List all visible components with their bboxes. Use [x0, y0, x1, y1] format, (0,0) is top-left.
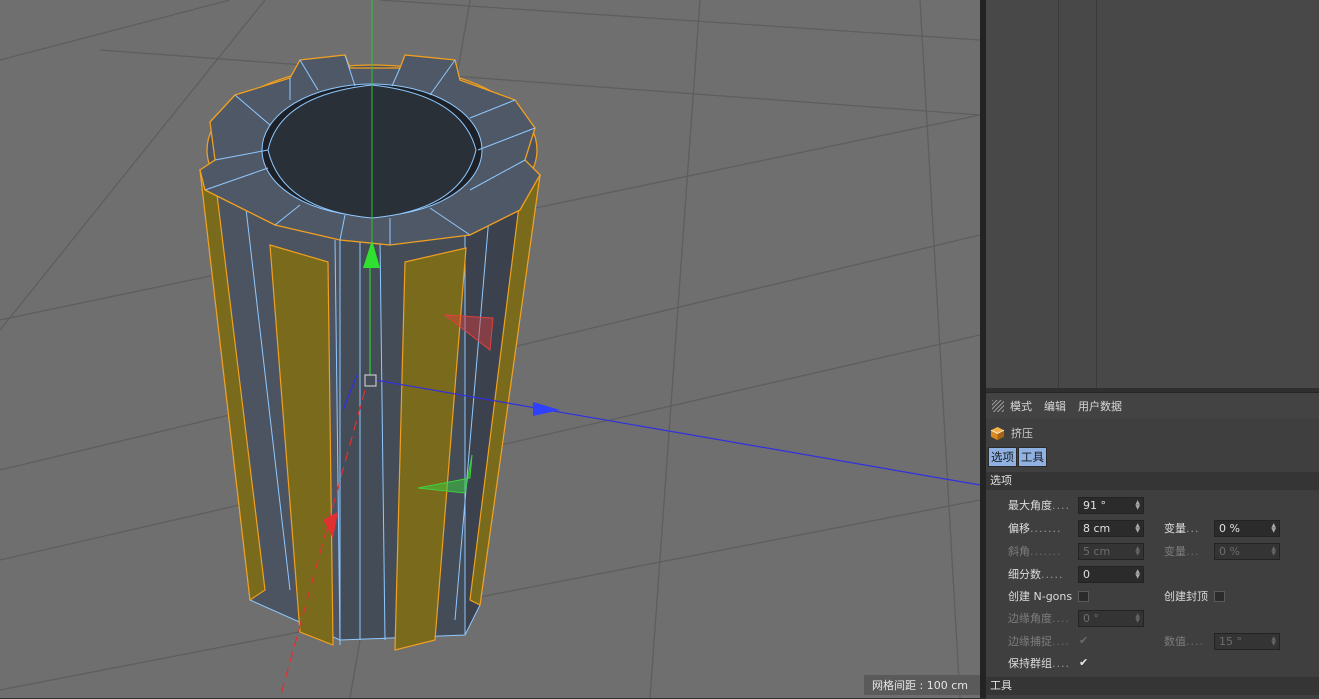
variance-2-field: 0 % ▲ ▼	[1214, 543, 1280, 560]
value-row: 数值....	[1164, 631, 1204, 651]
variance-2-row: 变量...	[1164, 541, 1200, 561]
dot-leader: ....	[1052, 498, 1070, 512]
spin-arrows-icon: ▲ ▼	[1271, 545, 1276, 557]
max-angle-field[interactable]: 91 ° ▲ ▼	[1078, 497, 1144, 514]
section-header-tools[interactable]: 工具	[986, 677, 1319, 695]
dot-leader: ....	[1052, 634, 1070, 648]
subdivision-label: 细分数	[1008, 568, 1041, 581]
create-caps-label: 创建封顶	[1164, 590, 1208, 603]
section-header-options[interactable]: 选项	[986, 472, 1319, 490]
spin-arrows-icon[interactable]: ▲ ▼	[1135, 500, 1140, 511]
create-caps-row: 创建封顶	[1164, 586, 1208, 606]
max-angle-label: 最大角度	[1008, 499, 1052, 512]
bevel-field: 5 cm ▲ ▼	[1078, 543, 1144, 560]
3d-viewport[interactable]: 网格间距 : 100 cm	[0, 0, 980, 698]
variance-field[interactable]: 0 % ▲ ▼	[1214, 520, 1280, 537]
z-axis-handle-icon[interactable]	[533, 402, 560, 416]
attribute-menubar: 模式 编辑 用户数据	[986, 393, 1319, 419]
keep-groups-label: 保持群组	[1008, 657, 1052, 670]
subdivision-value: 0	[1083, 568, 1090, 581]
edge-angle-row: 边缘角度....	[1008, 608, 1070, 628]
bevel-value: 5 cm	[1083, 545, 1111, 558]
create-caps-checkbox[interactable]	[1214, 591, 1225, 602]
column-divider	[1096, 0, 1097, 388]
dot-leader: .......	[1030, 544, 1062, 558]
spin-arrows-icon[interactable]: ▲ ▼	[1271, 523, 1276, 534]
offset-field[interactable]: 8 cm ▲ ▼	[1078, 520, 1144, 537]
dot-leader: .......	[1030, 521, 1062, 535]
menu-user-data[interactable]: 用户数据	[1078, 398, 1122, 414]
subdivision-field[interactable]: 0 ▲ ▼	[1078, 566, 1144, 583]
edge-snap-row: 边缘捕捉....	[1008, 631, 1070, 651]
menu-edit[interactable]: 编辑	[1044, 398, 1066, 414]
column-divider	[1058, 0, 1059, 388]
attribute-manager-panel: 模式 编辑 用户数据 挤压 选项 工具 选项 最大角度.... 91 ° ▲ ▼ …	[986, 392, 1319, 699]
spin-arrows-icon: ▲ ▼	[1271, 635, 1276, 647]
grip-icon[interactable]	[992, 400, 1004, 412]
grid-spacing-label: 网格间距 : 100 cm	[864, 675, 980, 695]
tab-options[interactable]: 选项	[988, 447, 1017, 467]
keep-groups-row: 保持群组....	[1008, 653, 1070, 673]
variance-2-label: 变量	[1164, 545, 1186, 558]
spin-arrows-icon[interactable]: ▲ ▼	[1135, 523, 1140, 534]
viewport-scene	[0, 0, 980, 698]
dot-leader: ....	[1186, 634, 1204, 648]
object-title-row: 挤压	[990, 423, 1033, 443]
bevel-row: 斜角.......	[1008, 541, 1061, 561]
create-ngons-row: 创建 N-gons	[1008, 586, 1072, 606]
value-label: 数值	[1164, 635, 1186, 648]
menu-mode[interactable]: 模式	[1010, 398, 1032, 414]
bevel-label: 斜角	[1008, 545, 1030, 558]
offset-label: 偏移	[1008, 522, 1030, 535]
dot-leader: ...	[1186, 521, 1200, 535]
edge-snap-label: 边缘捕捉	[1008, 635, 1052, 648]
variance-2-value: 0 %	[1219, 545, 1240, 558]
dot-leader: .....	[1041, 567, 1064, 581]
keep-groups-checkbox[interactable]: ✔	[1078, 657, 1089, 668]
variance-value: 0 %	[1219, 522, 1240, 535]
checkmark-icon: ✔	[1079, 634, 1089, 647]
extrude-object-icon	[990, 426, 1005, 440]
object-manager-panel[interactable]	[986, 0, 1319, 388]
object-name: 挤压	[1011, 427, 1033, 440]
tab-tools[interactable]: 工具	[1018, 447, 1047, 467]
edge-angle-value: 0 °	[1083, 612, 1099, 625]
edge-angle-label: 边缘角度	[1008, 612, 1052, 625]
attribute-tabs: 选项 工具	[988, 447, 1048, 467]
dot-leader: ...	[1186, 544, 1200, 558]
create-ngons-checkbox[interactable]	[1078, 591, 1089, 602]
value-value: 15 °	[1219, 635, 1242, 648]
spin-arrows-icon: ▲ ▼	[1135, 545, 1140, 557]
dot-leader: ....	[1052, 611, 1070, 625]
spin-arrows-icon: ▲ ▼	[1135, 612, 1140, 624]
subdivision-row: 细分数.....	[1008, 564, 1063, 584]
variance-row: 变量...	[1164, 518, 1200, 538]
max-angle-row: 最大角度....	[1008, 495, 1070, 515]
dot-leader: ....	[1052, 656, 1070, 670]
variance-label: 变量	[1164, 522, 1186, 535]
offset-value: 8 cm	[1083, 522, 1111, 535]
max-angle-value: 91 °	[1083, 499, 1106, 512]
create-ngons-label: 创建 N-gons	[1008, 590, 1073, 603]
edge-angle-field: 0 ° ▲ ▼	[1078, 610, 1144, 627]
value-field: 15 ° ▲ ▼	[1214, 633, 1280, 650]
offset-row: 偏移.......	[1008, 518, 1061, 538]
spin-arrows-icon[interactable]: ▲ ▼	[1135, 569, 1140, 580]
